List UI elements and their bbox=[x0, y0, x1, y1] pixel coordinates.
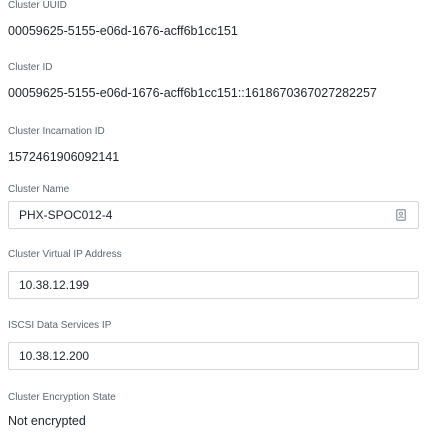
iscsi-data-services-ip-input[interactable]: 10.38.12.200 bbox=[8, 342, 419, 370]
cluster-name-value: PHX-SPOC012-4 bbox=[19, 208, 113, 222]
cluster-incarnation-id-value: 1572461906092141 bbox=[8, 150, 120, 164]
cluster-name-input[interactable]: PHX-SPOC012-4 bbox=[8, 201, 419, 229]
cluster-name-label: Cluster Name bbox=[8, 184, 70, 195]
cluster-incarnation-id-label: Cluster Incarnation ID bbox=[8, 126, 105, 137]
cluster-uuid-value: 00059625-5155-e06d-1676-acff6b1cc151 bbox=[8, 24, 238, 38]
cluster-id-value: 00059625-5155-e06d-1676-acff6b1cc151::16… bbox=[8, 86, 377, 100]
cluster-virtual-ip-label: Cluster Virtual IP Address bbox=[8, 249, 122, 260]
cluster-uuid-label: Cluster UUID bbox=[8, 0, 67, 11]
cluster-virtual-ip-value: 10.38.12.199 bbox=[19, 278, 90, 292]
cluster-id-label: Cluster ID bbox=[8, 62, 53, 73]
cluster-virtual-ip-input[interactable]: 10.38.12.199 bbox=[8, 271, 419, 299]
cluster-encryption-state-label: Cluster Encryption State bbox=[8, 392, 116, 403]
iscsi-data-services-ip-value: 10.38.12.200 bbox=[19, 349, 90, 363]
iscsi-data-services-ip-label: ISCSI Data Services IP bbox=[8, 320, 112, 331]
cluster-encryption-state-value: Not encrypted bbox=[8, 414, 86, 428]
contact-card-icon[interactable] bbox=[396, 209, 406, 221]
